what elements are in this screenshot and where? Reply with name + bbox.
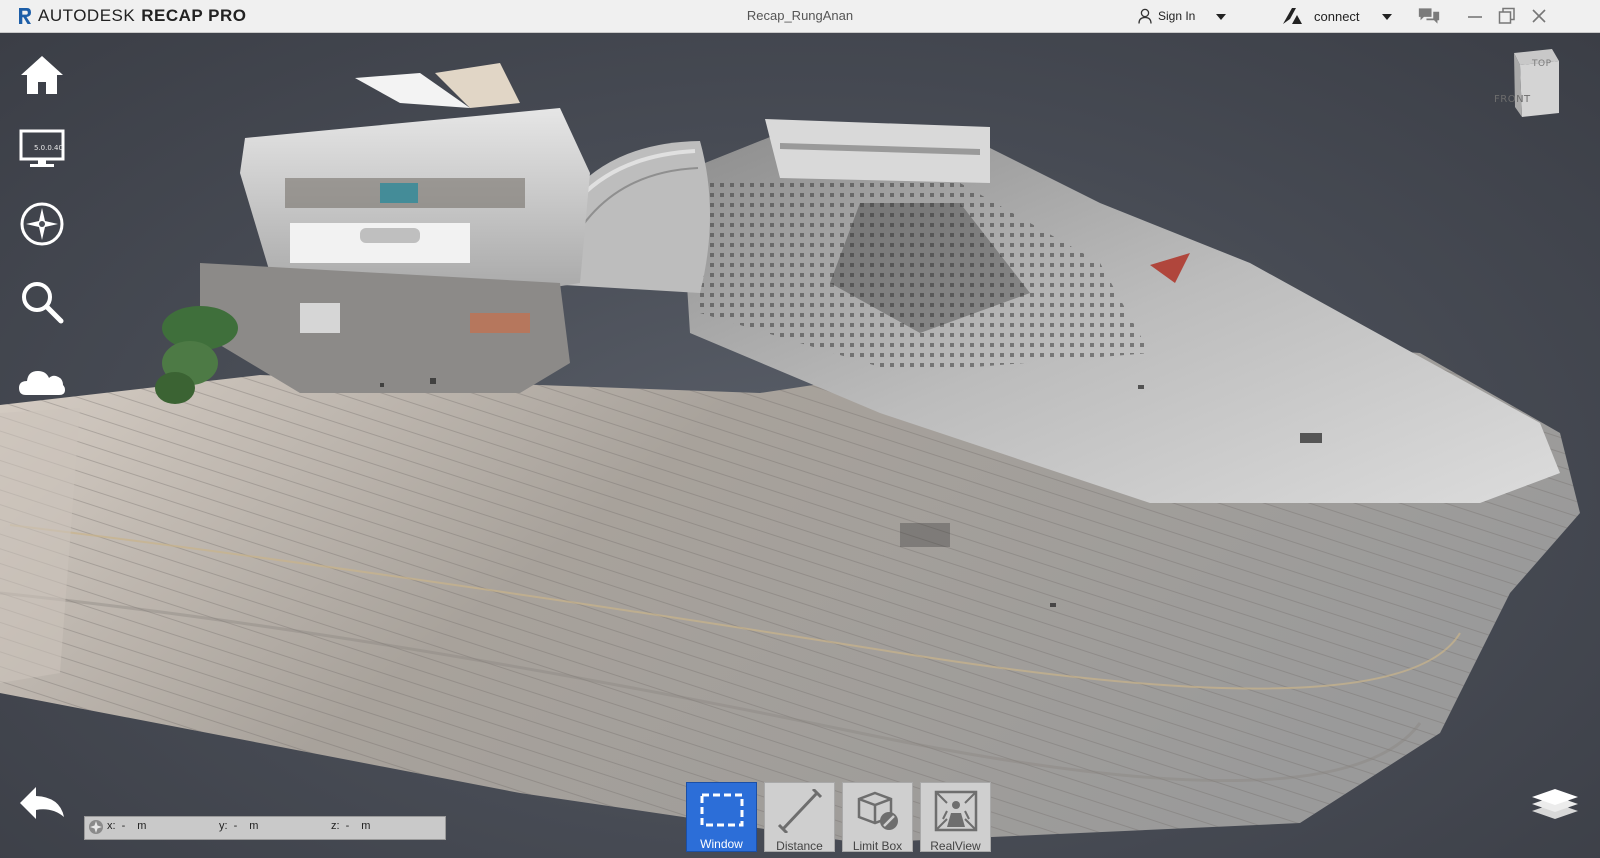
distance-button[interactable]: Distance: [764, 782, 835, 853]
coord-x: x: - m: [107, 820, 152, 832]
close-icon[interactable]: [1528, 6, 1550, 26]
view-cube-top-label: TOP: [1532, 59, 1552, 69]
user-icon: [1138, 8, 1152, 24]
limit-box-button[interactable]: Limit Box: [842, 782, 913, 853]
product-name: RECAP PRO: [141, 6, 247, 25]
connect-dropdown-icon[interactable]: [1382, 14, 1392, 20]
compass-icon: [20, 202, 64, 246]
realview-button[interactable]: RealView: [920, 782, 991, 853]
search-button[interactable]: [18, 278, 66, 326]
coordinate-target-icon: [89, 820, 103, 834]
cloud-icon: [19, 371, 65, 395]
recap-logo-icon: [19, 8, 31, 24]
connect-button[interactable]: connect: [1282, 0, 1360, 32]
view-cube[interactable]: TOP FRONT: [1494, 47, 1582, 127]
coord-z-unit: m: [361, 820, 371, 832]
autodesk-a-icon: [1283, 8, 1302, 24]
realview-label: RealView: [930, 839, 981, 853]
coord-z-label: z:: [331, 820, 340, 832]
connect-label: connect: [1314, 8, 1360, 24]
home-icon: [21, 56, 63, 94]
coord-x-unit: m: [137, 820, 147, 832]
display-settings-button[interactable]: 5.0.0.40: [18, 125, 66, 173]
home-button[interactable]: [18, 51, 66, 99]
brand-name: AUTODESK: [38, 6, 136, 25]
window-select-label: Window: [700, 837, 743, 851]
coord-x-label: x:: [107, 820, 116, 832]
coord-y-unit: m: [249, 820, 259, 832]
restore-icon[interactable]: [1496, 6, 1518, 26]
point-cloud-scene: [0, 63, 1580, 843]
minimize-icon[interactable]: [1464, 6, 1486, 26]
navigation-button[interactable]: [18, 200, 66, 248]
coord-y: y: - m: [219, 820, 264, 832]
coord-x-value: -: [121, 820, 126, 832]
layers-icon: [1532, 789, 1578, 819]
coord-z-value: -: [345, 820, 350, 832]
layers-button[interactable]: [1528, 781, 1582, 825]
view-cube-front-label: FRONT: [1494, 94, 1531, 105]
distance-label: Distance: [776, 839, 823, 853]
measure-distance-icon: [777, 789, 822, 833]
magnifier-icon: [22, 282, 64, 324]
cloud-button[interactable]: [18, 356, 66, 404]
back-arrow-icon: [20, 787, 64, 819]
realview-icon: [934, 790, 977, 832]
limit-box-label: Limit Box: [852, 839, 903, 853]
limit-box-icon: [857, 791, 898, 830]
point-cloud-viewport[interactable]: 5.0.0.40 TOP FRONT x: - m y: - m z: - m …: [0, 33, 1600, 858]
back-button[interactable]: [18, 783, 68, 823]
coord-y-label: y:: [219, 820, 228, 832]
coord-y-value: -: [233, 820, 238, 832]
coord-z: z: - m: [331, 820, 376, 832]
monitor-label: 5.0.0.40: [34, 144, 63, 152]
sign-in-dropdown-icon[interactable]: [1216, 14, 1226, 20]
title-bar: AUTODESK RECAP PRO Recap_RungAnan Sign I…: [0, 0, 1600, 33]
sign-in-label: Sign In: [1158, 9, 1196, 23]
window-select-button[interactable]: Window: [686, 782, 757, 852]
coordinate-readout: x: - m y: - m z: - m: [84, 816, 446, 840]
selection-window-icon: [700, 793, 743, 827]
app-logo: AUTODESK RECAP PRO: [18, 0, 246, 32]
sign-in-button[interactable]: Sign In: [1138, 0, 1195, 32]
chat-icon[interactable]: [1418, 6, 1440, 26]
